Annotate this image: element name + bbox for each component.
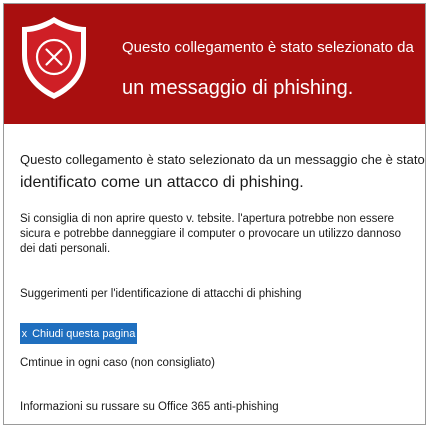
- phishing-warning-page: Questo collegamento è stato selezionato …: [3, 3, 426, 425]
- header-title-line2: un messaggio di phishing.: [122, 77, 354, 99]
- close-page-label: Chiudi questa pagina: [32, 327, 136, 340]
- shield-x-icon: [22, 17, 86, 99]
- warning-header: Questo collegamento è stato selezionato …: [4, 4, 425, 124]
- close-icon: x: [21, 327, 28, 340]
- header-title-line1: Questo collegamento è stato selezionato …: [122, 39, 414, 56]
- anti-phishing-info-link[interactable]: Informazioni su russare su Office 365 an…: [20, 401, 279, 413]
- close-page-button[interactable]: x Chiudi questa pagina: [20, 323, 137, 344]
- intro-line1: Questo collegamento è stato selezionato …: [20, 152, 425, 167]
- continue-anyway-link[interactable]: Cmtinue in ogni caso (non consigliato): [20, 357, 215, 369]
- warning-text: Si consiglia di non aprire questo v. teb…: [20, 213, 402, 255]
- intro-line2: identificato come un attacco di phishing…: [20, 174, 304, 191]
- phishing-tips-text: Suggerimenti per l'identificazione di at…: [20, 288, 302, 300]
